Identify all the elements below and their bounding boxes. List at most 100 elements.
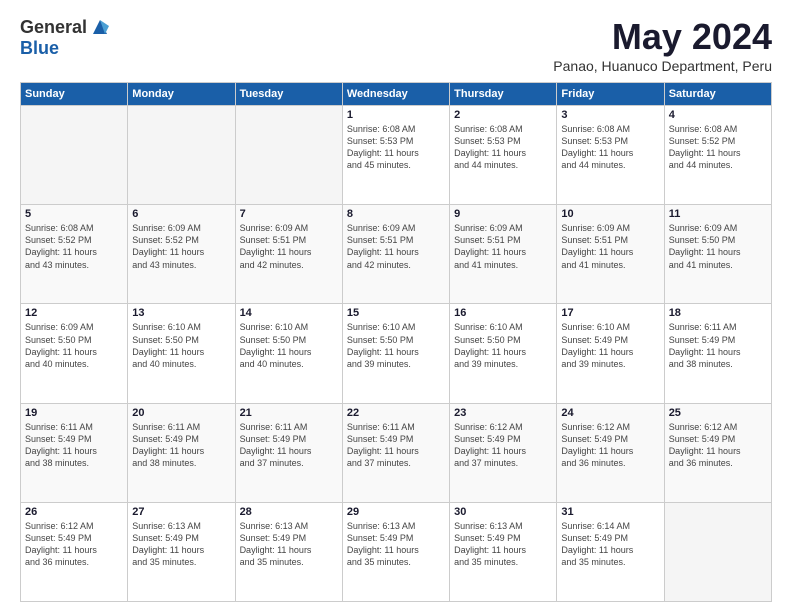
day-info: Sunrise: 6:13 AM Sunset: 5:49 PM Dayligh… [240,520,338,569]
month-title: May 2024 [553,16,772,58]
calendar-cell: 7Sunrise: 6:09 AM Sunset: 5:51 PM Daylig… [235,205,342,304]
day-number: 8 [347,208,445,220]
day-info: Sunrise: 6:08 AM Sunset: 5:53 PM Dayligh… [561,123,659,172]
day-info: Sunrise: 6:11 AM Sunset: 5:49 PM Dayligh… [347,421,445,470]
day-info: Sunrise: 6:08 AM Sunset: 5:52 PM Dayligh… [669,123,767,172]
col-friday: Friday [557,83,664,106]
day-info: Sunrise: 6:09 AM Sunset: 5:50 PM Dayligh… [669,222,767,271]
calendar-cell: 22Sunrise: 6:11 AM Sunset: 5:49 PM Dayli… [342,403,449,502]
calendar-cell [21,106,128,205]
day-number: 18 [669,307,767,319]
calendar-cell: 9Sunrise: 6:09 AM Sunset: 5:51 PM Daylig… [450,205,557,304]
day-number: 1 [347,109,445,121]
calendar-cell: 3 Sunrise: 6:08 AM Sunset: 5:53 PM Daylig… [557,106,664,205]
calendar-cell: 28 Sunrise: 6:13 AM Sunset: 5:49 PM Dayli… [235,502,342,601]
calendar-cell [664,502,771,601]
calendar-cell: 30 Sunrise: 6:13 AM Sunset: 5:49 PM Dayli… [450,502,557,601]
day-number: 12 [25,307,123,319]
calendar-cell: 13 Sunrise: 6:10 AM Sunset: 5:50 PM Dayli… [128,304,235,403]
day-number: 31 [561,506,659,518]
header: General Blue May 2024 Panao, Huanuco Dep… [20,16,772,74]
calendar-cell: 31 Sunrise: 6:14 AM Sunset: 5:49 PM Dayli… [557,502,664,601]
col-monday: Monday [128,83,235,106]
calendar-cell: 11Sunrise: 6:09 AM Sunset: 5:50 PM Dayli… [664,205,771,304]
calendar-cell: 29Sunrise: 6:13 AM Sunset: 5:49 PM Dayli… [342,502,449,601]
logo-icon [89,16,111,38]
calendar-header: Sunday Monday Tuesday Wednesday Thursday… [21,83,772,106]
calendar-week-2: 12 Sunrise: 6:09 AM Sunset: 5:50 PM Dayli… [21,304,772,403]
day-info: Sunrise: 6:12 AM Sunset: 5:49 PM Dayligh… [561,421,659,470]
calendar-week-3: 19 Sunrise: 6:11 AM Sunset: 5:49 PM Dayli… [21,403,772,502]
day-number: 19 [25,407,123,419]
day-info: Sunrise: 6:08 AM Sunset: 5:52 PM Dayligh… [25,222,123,271]
calendar-week-4: 26Sunrise: 6:12 AM Sunset: 5:49 PM Dayli… [21,502,772,601]
day-number: 20 [132,407,230,419]
calendar-cell: 19 Sunrise: 6:11 AM Sunset: 5:49 PM Dayli… [21,403,128,502]
day-number: 21 [240,407,338,419]
day-number: 13 [132,307,230,319]
day-number: 28 [240,506,338,518]
day-info: Sunrise: 6:10 AM Sunset: 5:50 PM Dayligh… [454,321,552,370]
calendar-cell: 5Sunrise: 6:08 AM Sunset: 5:52 PM Daylig… [21,205,128,304]
day-info: Sunrise: 6:10 AM Sunset: 5:50 PM Dayligh… [132,321,230,370]
page: General Blue May 2024 Panao, Huanuco Dep… [0,0,792,612]
logo: General Blue [20,16,111,59]
calendar-cell [128,106,235,205]
calendar-cell [235,106,342,205]
calendar-cell: 8 Sunrise: 6:09 AM Sunset: 5:51 PM Daylig… [342,205,449,304]
logo-blue: Blue [20,38,59,59]
day-number: 16 [454,307,552,319]
calendar-cell: 14 Sunrise: 6:10 AM Sunset: 5:50 PM Dayli… [235,304,342,403]
calendar-cell: 20 Sunrise: 6:11 AM Sunset: 5:49 PM Dayli… [128,403,235,502]
calendar-cell: 23 Sunrise: 6:12 AM Sunset: 5:49 PM Dayli… [450,403,557,502]
calendar-cell: 12 Sunrise: 6:09 AM Sunset: 5:50 PM Dayli… [21,304,128,403]
day-number: 6 [132,208,230,220]
calendar-cell: 25Sunrise: 6:12 AM Sunset: 5:49 PM Dayli… [664,403,771,502]
day-info: Sunrise: 6:10 AM Sunset: 5:50 PM Dayligh… [240,321,338,370]
day-info: Sunrise: 6:12 AM Sunset: 5:49 PM Dayligh… [454,421,552,470]
day-info: Sunrise: 6:11 AM Sunset: 5:49 PM Dayligh… [25,421,123,470]
day-info: Sunrise: 6:11 AM Sunset: 5:49 PM Dayligh… [669,321,767,370]
col-saturday: Saturday [664,83,771,106]
day-info: Sunrise: 6:09 AM Sunset: 5:50 PM Dayligh… [25,321,123,370]
col-tuesday: Tuesday [235,83,342,106]
day-number: 9 [454,208,552,220]
day-number: 14 [240,307,338,319]
day-info: Sunrise: 6:13 AM Sunset: 5:49 PM Dayligh… [454,520,552,569]
day-info: Sunrise: 6:14 AM Sunset: 5:49 PM Dayligh… [561,520,659,569]
day-number: 24 [561,407,659,419]
day-number: 27 [132,506,230,518]
calendar-cell: 4 Sunrise: 6:08 AM Sunset: 5:52 PM Daylig… [664,106,771,205]
calendar-body: 1 Sunrise: 6:08 AM Sunset: 5:53 PM Daylig… [21,106,772,602]
calendar-week-0: 1 Sunrise: 6:08 AM Sunset: 5:53 PM Daylig… [21,106,772,205]
day-number: 2 [454,109,552,121]
day-number: 23 [454,407,552,419]
day-info: Sunrise: 6:13 AM Sunset: 5:49 PM Dayligh… [132,520,230,569]
day-number: 10 [561,208,659,220]
day-info: Sunrise: 6:10 AM Sunset: 5:49 PM Dayligh… [561,321,659,370]
col-thursday: Thursday [450,83,557,106]
day-info: Sunrise: 6:12 AM Sunset: 5:49 PM Dayligh… [669,421,767,470]
day-number: 17 [561,307,659,319]
day-number: 3 [561,109,659,121]
day-number: 29 [347,506,445,518]
subtitle: Panao, Huanuco Department, Peru [553,58,772,74]
calendar-cell: 2Sunrise: 6:08 AM Sunset: 5:53 PM Daylig… [450,106,557,205]
calendar-cell: 17 Sunrise: 6:10 AM Sunset: 5:49 PM Dayli… [557,304,664,403]
calendar-cell: 16 Sunrise: 6:10 AM Sunset: 5:50 PM Dayli… [450,304,557,403]
day-info: Sunrise: 6:11 AM Sunset: 5:49 PM Dayligh… [240,421,338,470]
day-number: 30 [454,506,552,518]
day-info: Sunrise: 6:09 AM Sunset: 5:51 PM Dayligh… [347,222,445,271]
day-info: Sunrise: 6:12 AM Sunset: 5:49 PM Dayligh… [25,520,123,569]
calendar-cell: 26Sunrise: 6:12 AM Sunset: 5:49 PM Dayli… [21,502,128,601]
calendar-cell: 27 Sunrise: 6:13 AM Sunset: 5:49 PM Dayli… [128,502,235,601]
calendar-cell: 6 Sunrise: 6:09 AM Sunset: 5:52 PM Daylig… [128,205,235,304]
header-row: Sunday Monday Tuesday Wednesday Thursday… [21,83,772,106]
day-info: Sunrise: 6:09 AM Sunset: 5:52 PM Dayligh… [132,222,230,271]
day-info: Sunrise: 6:11 AM Sunset: 5:49 PM Dayligh… [132,421,230,470]
day-number: 4 [669,109,767,121]
calendar-cell: 15Sunrise: 6:10 AM Sunset: 5:50 PM Dayli… [342,304,449,403]
calendar-table: Sunday Monday Tuesday Wednesday Thursday… [20,82,772,602]
calendar-cell: 24 Sunrise: 6:12 AM Sunset: 5:49 PM Dayli… [557,403,664,502]
logo-general: General [20,17,87,38]
